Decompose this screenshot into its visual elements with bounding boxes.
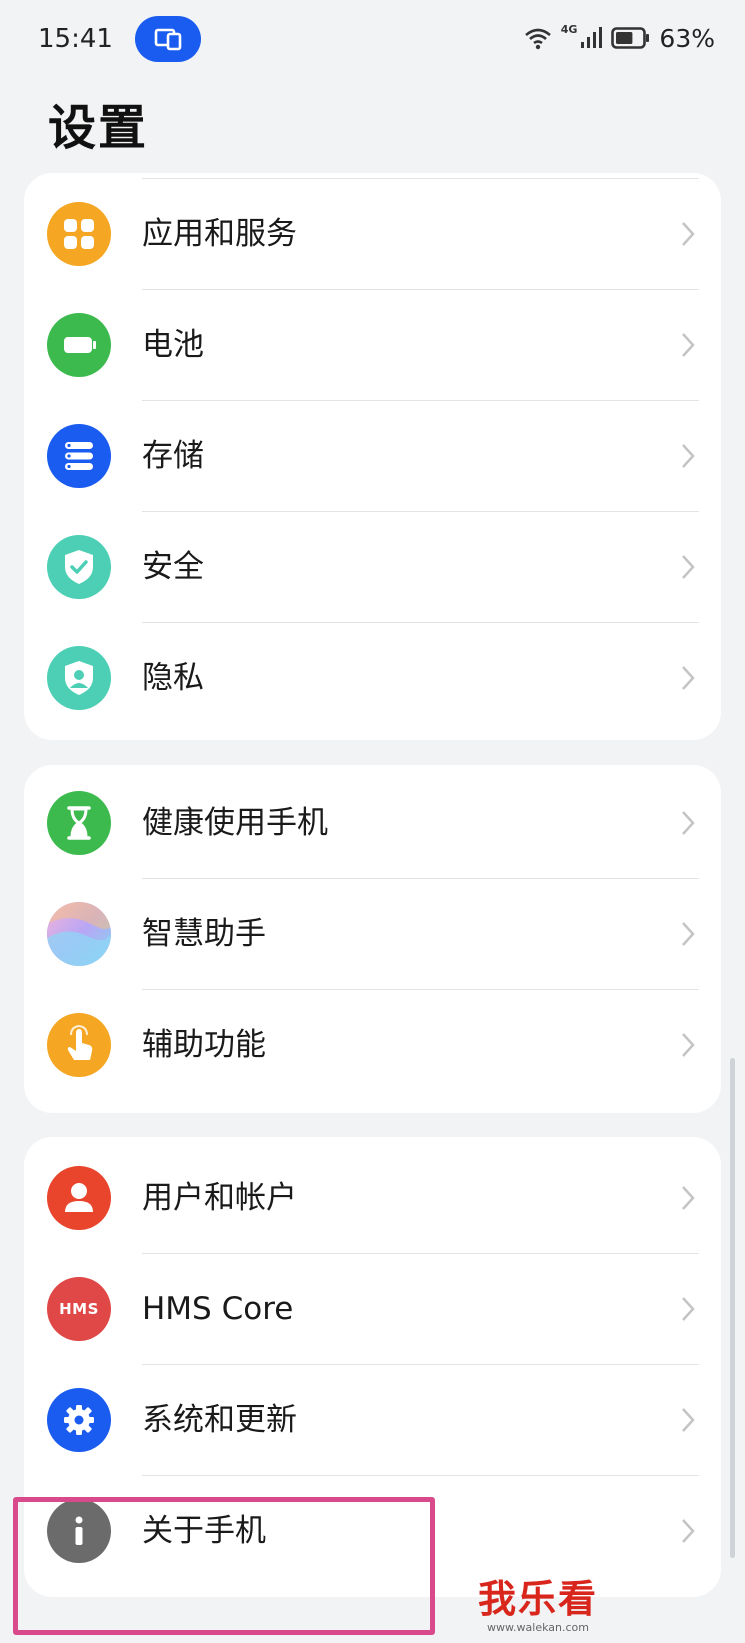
settings-item-label: 系统和更新 xyxy=(142,1402,297,1438)
chevron-right-icon xyxy=(682,811,695,835)
settings-item-apps-services[interactable]: 应用和服务 xyxy=(24,179,721,290)
user-icon xyxy=(47,1166,111,1230)
hourglass-icon xyxy=(47,791,111,855)
gear-icon xyxy=(47,1388,111,1452)
settings-item-label: 健康使用手机 xyxy=(142,805,328,841)
settings-item-label: 应用和服务 xyxy=(142,216,297,252)
chevron-right-icon xyxy=(682,222,695,246)
battery-icon xyxy=(47,313,111,377)
chevron-right-icon xyxy=(682,555,695,579)
settings-item-label: 安全 xyxy=(142,549,204,585)
settings-item-label: 隐私 xyxy=(142,660,204,696)
status-bar: 15:41 4G 63% xyxy=(0,0,745,80)
battery-icon xyxy=(611,27,650,49)
chevron-right-icon xyxy=(682,922,695,946)
apps-icon xyxy=(47,202,111,266)
settings-item-label: 辅助功能 xyxy=(142,1027,266,1063)
status-icons: 4G 63% xyxy=(523,22,715,54)
assistant-icon xyxy=(47,902,111,966)
highlight-box xyxy=(13,1497,435,1635)
chevron-right-icon xyxy=(682,1033,695,1057)
watermark-url: www.walekan.com xyxy=(487,1621,589,1634)
battery-percentage: 63% xyxy=(659,23,715,53)
settings-item-label: 智慧助手 xyxy=(142,916,266,952)
shield-check-icon xyxy=(47,535,111,599)
settings-group-2: 健康使用手机 智慧助手 辅助功能 xyxy=(24,765,721,1113)
multi-screen-collab-pill[interactable] xyxy=(135,16,201,62)
privacy-icon xyxy=(47,646,111,710)
hms-icon: HMS xyxy=(47,1277,111,1341)
scrollbar[interactable] xyxy=(730,1058,735,1558)
devices-icon xyxy=(154,28,182,51)
storage-icon xyxy=(47,424,111,488)
chevron-right-icon xyxy=(682,1186,695,1210)
hms-icon-text: HMS xyxy=(59,1300,99,1318)
settings-item-accessibility[interactable]: 辅助功能 xyxy=(24,990,721,1101)
settings-item-battery[interactable]: 电池 xyxy=(24,290,721,401)
settings-item-hms-core[interactable]: HMS HMS Core xyxy=(24,1254,721,1365)
chevron-right-icon xyxy=(682,666,695,690)
settings-group-1: 应用和服务 电池 存储 安全 隐私 xyxy=(24,173,721,740)
settings-item-digital-balance[interactable]: 健康使用手机 xyxy=(24,768,721,879)
settings-item-label: 电池 xyxy=(142,327,204,363)
settings-item-system-update[interactable]: 系统和更新 xyxy=(24,1365,721,1476)
accessibility-hand-icon xyxy=(47,1013,111,1077)
watermark-logo-text: 我乐看 xyxy=(478,1577,599,1621)
chevron-right-icon xyxy=(682,444,695,468)
settings-item-smart-assistant[interactable]: 智慧助手 xyxy=(24,879,721,990)
settings-item-label: HMS Core xyxy=(142,1291,294,1327)
chevron-right-icon xyxy=(682,333,695,357)
settings-item-privacy[interactable]: 隐私 xyxy=(24,623,721,734)
chevron-right-icon xyxy=(682,1297,695,1321)
settings-item-label: 存储 xyxy=(142,438,204,474)
status-time: 15:41 xyxy=(38,24,113,54)
settings-item-security[interactable]: 安全 xyxy=(24,512,721,623)
signal-icon xyxy=(581,27,603,48)
chevron-right-icon xyxy=(682,1408,695,1432)
wifi-icon xyxy=(524,28,551,50)
settings-item-users-accounts[interactable]: 用户和帐户 xyxy=(24,1143,721,1254)
chevron-right-icon xyxy=(682,1519,695,1543)
settings-item-label: 用户和帐户 xyxy=(142,1180,297,1216)
page-title: 设置 xyxy=(48,100,149,156)
network-type-label: 4G xyxy=(560,23,578,36)
watermark: 我乐看 www.walekan.com xyxy=(478,1568,598,1634)
settings-item-storage[interactable]: 存储 xyxy=(24,401,721,512)
